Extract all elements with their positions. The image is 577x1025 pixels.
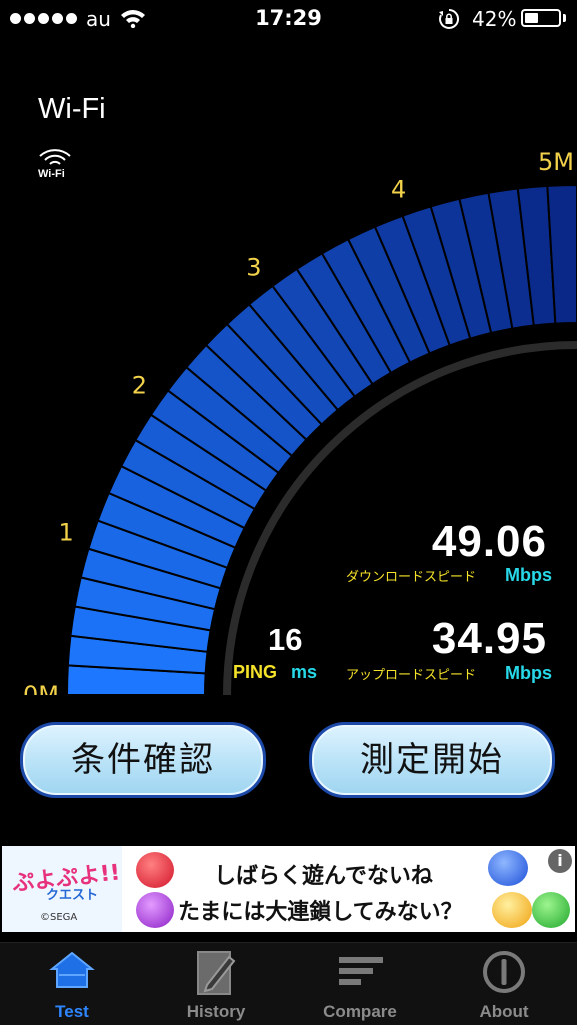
start-measurement-button[interactable]: 測定開始 xyxy=(309,722,555,798)
tab-test[interactable]: Test xyxy=(12,943,132,1025)
about-icon xyxy=(483,951,525,993)
tab-history-label: History xyxy=(186,1002,246,1021)
upload-speed-unit: Mbps xyxy=(505,663,552,683)
tab-history[interactable]: History xyxy=(156,943,276,1025)
purple-puyo-icon xyxy=(136,892,174,928)
status-bar: au 17:29 42% xyxy=(0,0,577,40)
compare-icon xyxy=(339,957,383,985)
info-icon[interactable]: i xyxy=(548,849,572,873)
red-puyo-icon xyxy=(136,852,174,888)
tab-test-label: Test xyxy=(55,1002,89,1021)
ping-label: PING xyxy=(233,662,278,682)
download-speed-unit: Mbps xyxy=(505,565,552,585)
gauge-scale-label: 4 xyxy=(391,176,406,204)
tab-compare[interactable]: Compare xyxy=(300,943,420,1025)
green-puyo-icon xyxy=(532,892,570,928)
rotation-lock-icon xyxy=(439,8,460,29)
ad-logo: ぷよぷよ!! クエスト ©SEGA xyxy=(2,846,122,932)
battery-percent: 42% xyxy=(472,7,517,31)
ping-unit: ms xyxy=(291,662,318,682)
download-speed-label: ダウンロードスピード xyxy=(346,570,477,585)
ad-text-line-2: たまには大連鎖してみない？ xyxy=(178,900,463,925)
tab-bar: Test History Compare About xyxy=(0,942,577,1025)
battery-icon xyxy=(521,9,561,27)
gauge-scale-label: 0M xyxy=(23,681,59,695)
ad-banner[interactable]: ぷよぷよ!! クエスト ©SEGA しばらく遊んでないね たまには大連鎖してみな… xyxy=(2,846,575,932)
gauge-scale-label: 2 xyxy=(132,371,147,399)
connection-type-title: Wi-Fi xyxy=(38,93,106,125)
ad-copyright: ©SEGA xyxy=(40,912,78,923)
history-icon xyxy=(197,951,236,995)
yellow-puyo-icon xyxy=(492,892,532,928)
blue-puyo-icon xyxy=(488,850,528,886)
upload-speed-value: 34.95 xyxy=(431,614,547,663)
gauge-scale-label: 1 xyxy=(59,519,74,547)
ad-logo-subtitle: クエスト xyxy=(46,888,99,903)
gauge-scale-label: 5M xyxy=(538,150,574,176)
tab-about-label: About xyxy=(479,1002,529,1021)
download-speed-value: 49.06 xyxy=(431,517,547,566)
home-icon xyxy=(49,951,95,988)
tab-compare-label: Compare xyxy=(323,1002,397,1021)
check-conditions-button[interactable]: 条件確認 xyxy=(20,722,266,798)
tab-about[interactable]: About xyxy=(444,943,564,1025)
ping-value: 16 xyxy=(268,622,303,657)
upload-speed-label: アップロードスピード xyxy=(346,668,477,683)
ad-text-line-1: しばらく遊んでないね xyxy=(214,864,433,889)
gauge-scale-label: 3 xyxy=(246,253,261,281)
